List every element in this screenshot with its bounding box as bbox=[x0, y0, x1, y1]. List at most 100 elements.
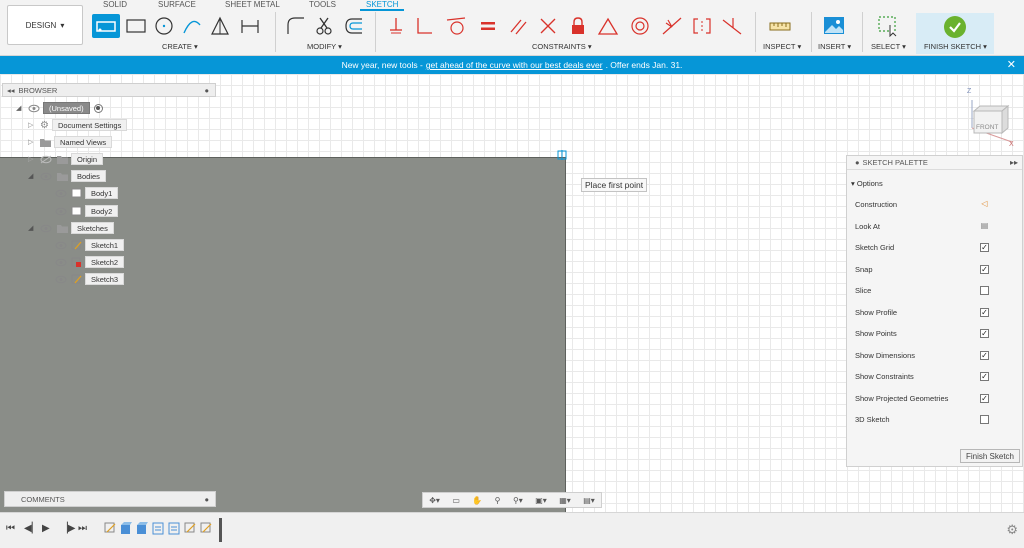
timeline-end-icon[interactable]: ⏭ bbox=[78, 523, 87, 534]
palette-option-show-points[interactable]: Show Points ✓ bbox=[855, 329, 989, 338]
browser-item-bodies[interactable]: ◢ Bodies bbox=[28, 170, 106, 182]
checkbox[interactable]: ✓ bbox=[980, 243, 989, 252]
timeline-extrude-icon[interactable] bbox=[120, 522, 132, 535]
insert-group-label[interactable]: INSERT ▾ bbox=[818, 42, 851, 51]
display-settings-icon[interactable]: ▣▾ bbox=[535, 496, 547, 505]
gear-icon[interactable]: ⚙ bbox=[1006, 522, 1018, 538]
circle-tool[interactable] bbox=[152, 14, 176, 38]
finish-sketch-tool[interactable]: FINISH SKETCH ▾ bbox=[916, 13, 994, 54]
palette-option-snap[interactable]: Snap ✓ bbox=[855, 264, 989, 274]
timeline-previous-icon[interactable]: ◀▏ bbox=[24, 523, 39, 534]
palette-option-sketch-grid[interactable]: Sketch Grid ✓ bbox=[855, 243, 989, 252]
palette-option-show-constraints[interactable]: Show Constraints ✓ bbox=[855, 372, 989, 381]
tab-sheet-metal[interactable]: SHEET METAL bbox=[225, 0, 280, 9]
browser-item-sketch3[interactable]: Sketch3 bbox=[55, 273, 125, 285]
banner-link[interactable]: get ahead of the curve with our best dea… bbox=[426, 60, 603, 70]
insert-canvas-tool[interactable] bbox=[822, 14, 846, 38]
expand-arrow-icon[interactable]: ▷ bbox=[28, 121, 40, 129]
timeline-start-icon[interactable]: ⏮ bbox=[6, 523, 15, 534]
inspect-group-label[interactable]: INSPECT ▾ bbox=[763, 42, 801, 51]
create-group-label[interactable]: CREATE ▾ bbox=[162, 42, 198, 51]
trim-tool[interactable] bbox=[312, 14, 336, 38]
checkbox[interactable] bbox=[980, 286, 989, 295]
tab-tools[interactable]: TOOLS bbox=[309, 0, 336, 9]
concentric-constraint-tool[interactable] bbox=[628, 14, 652, 38]
timeline-next-icon[interactable]: ▕▶ bbox=[60, 523, 75, 534]
select-group-label[interactable]: SELECT ▾ bbox=[871, 42, 906, 51]
palette-option-show-projected-geometries[interactable]: Show Projected Geometries ✓ bbox=[855, 393, 989, 403]
finish-sketch-button[interactable]: Finish Sketch bbox=[960, 449, 1020, 463]
tab-solid[interactable]: SOLID bbox=[103, 0, 127, 9]
expand-arrow-icon[interactable]: ▷ bbox=[28, 155, 40, 163]
fillet-tool[interactable] bbox=[284, 14, 308, 38]
tab-surface[interactable]: SURFACE bbox=[158, 0, 196, 9]
constraints-group-label[interactable]: CONSTRAINTS ▾ bbox=[532, 42, 592, 51]
zoom-icon[interactable]: ⚲ bbox=[495, 496, 501, 505]
palette-option-slice[interactable]: Slice bbox=[855, 286, 989, 295]
close-icon[interactable]: ✕ bbox=[1007, 58, 1016, 71]
palette-option-3d-sketch[interactable]: 3D Sketch bbox=[855, 415, 989, 424]
radio-icon[interactable] bbox=[93, 103, 103, 113]
timeline-marker[interactable] bbox=[219, 518, 222, 542]
perpendicular-constraint-tool[interactable] bbox=[412, 14, 436, 38]
grid-settings-icon[interactable]: ▦▾ bbox=[559, 496, 571, 505]
timeline-sketch-icon[interactable] bbox=[200, 522, 212, 535]
checkbox[interactable]: ✓ bbox=[980, 329, 989, 338]
measure-tool[interactable] bbox=[768, 14, 792, 38]
checkbox[interactable]: ✓ bbox=[980, 264, 989, 274]
checkbox[interactable]: ✓ bbox=[980, 372, 989, 381]
fit-zoom-icon[interactable]: ⚲▾ bbox=[513, 496, 523, 505]
browser-item-sketch1[interactable]: Sketch1 bbox=[55, 239, 125, 251]
eye-icon[interactable] bbox=[28, 104, 40, 113]
palette-option-show-profile[interactable]: Show Profile ✓ bbox=[855, 307, 989, 317]
eye-icon[interactable] bbox=[55, 258, 67, 267]
checkbox[interactable] bbox=[980, 415, 989, 424]
look-at-icon[interactable]: ▭ bbox=[452, 496, 460, 505]
sketch-palette-header[interactable]: ● SKETCH PALETTE ▸▸ bbox=[847, 156, 1022, 170]
modify-group-label[interactable]: MODIFY ▾ bbox=[307, 42, 342, 51]
construction-icon[interactable]: ◁ bbox=[980, 200, 989, 209]
browser-panel-header[interactable]: ◂◂ BROWSER ● bbox=[2, 83, 216, 97]
horizontal-vertical-constraint-tool[interactable] bbox=[690, 14, 714, 38]
browser-item-sketch2[interactable]: Sketch2 bbox=[55, 256, 125, 268]
palette-option-look-at[interactable]: Look At ▤ bbox=[855, 221, 988, 231]
orbit-icon[interactable]: ✥▾ bbox=[429, 496, 440, 505]
viewcube[interactable]: Z X FRONT bbox=[962, 86, 1022, 148]
eye-icon[interactable] bbox=[55, 189, 67, 198]
checkbox[interactable]: ✓ bbox=[980, 393, 989, 403]
browser-item-document-settings[interactable]: ▷ ⚙ Document Settings bbox=[28, 119, 128, 131]
symmetry-constraint-tool[interactable] bbox=[596, 14, 620, 38]
create-sketch-tool[interactable] bbox=[92, 14, 120, 38]
parallel-constraint-tool[interactable] bbox=[506, 14, 530, 38]
browser-item-origin[interactable]: ▷ Origin bbox=[28, 153, 104, 165]
pin-icon[interactable]: ● bbox=[204, 495, 209, 504]
browser-item-named-views[interactable]: ▷ Named Views bbox=[28, 136, 113, 148]
comments-panel-header[interactable]: COMMENTS ● bbox=[4, 491, 216, 507]
eye-icon[interactable] bbox=[40, 172, 52, 181]
timeline-body-icon[interactable] bbox=[168, 522, 180, 535]
checkbox[interactable]: ✓ bbox=[980, 307, 989, 317]
collapse-left-icon[interactable]: ◂◂ bbox=[7, 86, 15, 95]
arc-tool[interactable] bbox=[180, 14, 204, 38]
smooth-constraint-tool[interactable] bbox=[720, 14, 744, 38]
browser-item-body1[interactable]: Body1 bbox=[55, 187, 119, 199]
checkbox[interactable]: ✓ bbox=[980, 350, 989, 360]
expand-arrow-icon[interactable]: ▷ bbox=[28, 138, 40, 146]
expand-arrow-icon[interactable]: ◢ bbox=[16, 104, 28, 112]
workspace-design-button[interactable]: DESIGN ▾ bbox=[7, 5, 83, 45]
lock-constraint-tool[interactable] bbox=[566, 14, 590, 38]
midpoint-constraint-tool[interactable] bbox=[660, 14, 684, 38]
eye-icon[interactable] bbox=[40, 224, 52, 233]
equal-constraint-tool[interactable] bbox=[476, 14, 500, 38]
eye-icon[interactable] bbox=[55, 207, 67, 216]
timeline-play-icon[interactable]: ▶ bbox=[42, 523, 50, 534]
timeline-body-icon[interactable] bbox=[152, 522, 164, 535]
polygon-tool[interactable] bbox=[208, 14, 232, 38]
tangent-constraint-tool[interactable] bbox=[444, 14, 468, 38]
expand-arrow-icon[interactable]: ◢ bbox=[28, 224, 40, 232]
expand-arrow-icon[interactable]: ◢ bbox=[28, 172, 40, 180]
timeline-sketch-icon[interactable] bbox=[184, 522, 196, 535]
pin-icon[interactable]: ● bbox=[855, 158, 860, 167]
rectangle-tool[interactable] bbox=[124, 14, 148, 38]
palette-option-show-dimensions[interactable]: Show Dimensions ✓ bbox=[855, 350, 989, 360]
